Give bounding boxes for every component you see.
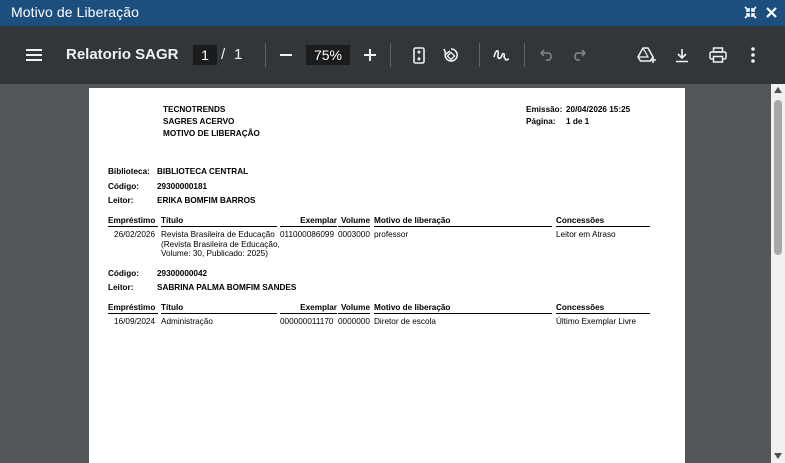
rotate-icon[interactable] <box>440 26 462 84</box>
scrollbar-thumb[interactable] <box>774 100 782 255</box>
pdf-toolbar: Relatorio SAGR... 1 / 1 75% <box>0 26 785 84</box>
page-value: 1 de 1 <box>566 117 590 126</box>
window-titlebar: Motivo de Liberação <box>0 0 785 26</box>
reader-code: 29300000181 <box>157 182 208 191</box>
document-title: Relatorio SAGR... <box>66 46 178 63</box>
release-reason: professor <box>374 230 409 239</box>
reader-name: SABRINA PALMA BOMFIM SANDES <box>157 283 297 292</box>
code-label: Código: <box>108 182 139 191</box>
copy-number: 000000011170 <box>280 317 334 326</box>
redo-icon[interactable] <box>569 26 589 84</box>
column-header-reason: Motivo de liberação <box>374 216 552 227</box>
toolbar-divider <box>479 43 480 67</box>
scroll-down-arrow-icon[interactable] <box>774 453 782 459</box>
column-header-title: Título <box>161 216 277 227</box>
minimize-window-icon[interactable] <box>743 5 758 20</box>
book-title-line: Volume: 30, Publicado: 2025) <box>161 249 268 259</box>
concession: Leitor em Atraso <box>556 230 616 239</box>
menu-icon[interactable] <box>22 26 46 84</box>
system-name: SAGRES ACERVO <box>163 117 235 126</box>
library-value: BIBLIOTECA CENTRAL <box>157 167 249 176</box>
page-separator: / <box>221 46 226 63</box>
toolbar-divider <box>390 43 391 67</box>
print-icon[interactable] <box>706 26 730 84</box>
book-title-line: (Revista Brasileira de Educação, <box>161 239 280 249</box>
book-title-line: Revista Brasileira de Educação <box>161 230 275 239</box>
concession: Último Exemplar Livre <box>556 317 637 326</box>
undo-icon[interactable] <box>537 26 557 84</box>
reader-name: ERIKA BOMFIM BARROS <box>157 196 256 205</box>
emission-label: Emissão: <box>526 105 563 114</box>
pdf-page: TECNOTRENDS SAGRES ACERVO MOTIVO DE LIBE… <box>89 88 685 463</box>
volume-number: 0000000 <box>338 317 370 326</box>
reader-label: Leitor: <box>108 196 134 205</box>
toolbar-divider <box>265 43 266 67</box>
fit-page-icon[interactable] <box>408 26 430 84</box>
zoom-in-icon[interactable] <box>360 26 380 84</box>
company-name: TECNOTRENDS <box>163 105 226 114</box>
library-label: Biblioteca: <box>108 167 150 176</box>
toolbar-divider <box>524 43 525 67</box>
reader-code: 29300000042 <box>157 269 208 278</box>
loan-date: 26/02/2026 <box>114 230 155 239</box>
emission-value: 20/04/2026 15:25 <box>566 105 631 114</box>
reader-label: Leitor: <box>108 283 134 292</box>
book-title-line: Administração <box>161 317 213 326</box>
window-title: Motivo de Liberação <box>11 4 139 20</box>
page-label: Página: <box>526 117 556 126</box>
page-total: 1 <box>234 46 243 63</box>
volume-number: 0003000 <box>338 230 370 239</box>
column-header-title: Título <box>161 303 277 314</box>
column-header-copy: Exemplar <box>280 303 337 314</box>
save-to-drive-icon[interactable] <box>635 26 659 84</box>
column-header-volume: Volume <box>338 303 370 314</box>
zoom-out-icon[interactable] <box>276 26 296 84</box>
scroll-up-arrow-icon[interactable] <box>774 87 782 93</box>
column-header-volume: Volume <box>338 216 370 227</box>
code-label: Código: <box>108 269 139 278</box>
column-header-concessions: Concessões <box>556 216 650 227</box>
zoom-level-input[interactable]: 75% <box>306 45 350 65</box>
close-window-icon[interactable] <box>764 5 779 20</box>
annotate-icon[interactable] <box>490 26 512 84</box>
column-header-loan: Empréstimo <box>108 303 158 314</box>
download-icon[interactable] <box>671 26 693 84</box>
vertical-scrollbar[interactable] <box>771 84 785 463</box>
column-header-copy: Exemplar <box>280 216 337 227</box>
more-options-icon[interactable] <box>744 26 762 84</box>
window-controls <box>743 5 779 20</box>
column-header-loan: Empréstimo <box>108 216 158 227</box>
column-header-concessions: Concessões <box>556 303 650 314</box>
report-name: MOTIVO DE LIBERAÇÃO <box>163 129 260 138</box>
pdf-viewer[interactable]: TECNOTRENDS SAGRES ACERVO MOTIVO DE LIBE… <box>0 84 771 463</box>
column-header-reason: Motivo de liberação <box>374 303 552 314</box>
release-reason: Diretor de escola <box>374 317 436 326</box>
loan-date: 16/09/2024 <box>114 317 155 326</box>
page-number-input[interactable]: 1 <box>193 45 217 65</box>
copy-number: 011000086099 <box>280 230 335 239</box>
